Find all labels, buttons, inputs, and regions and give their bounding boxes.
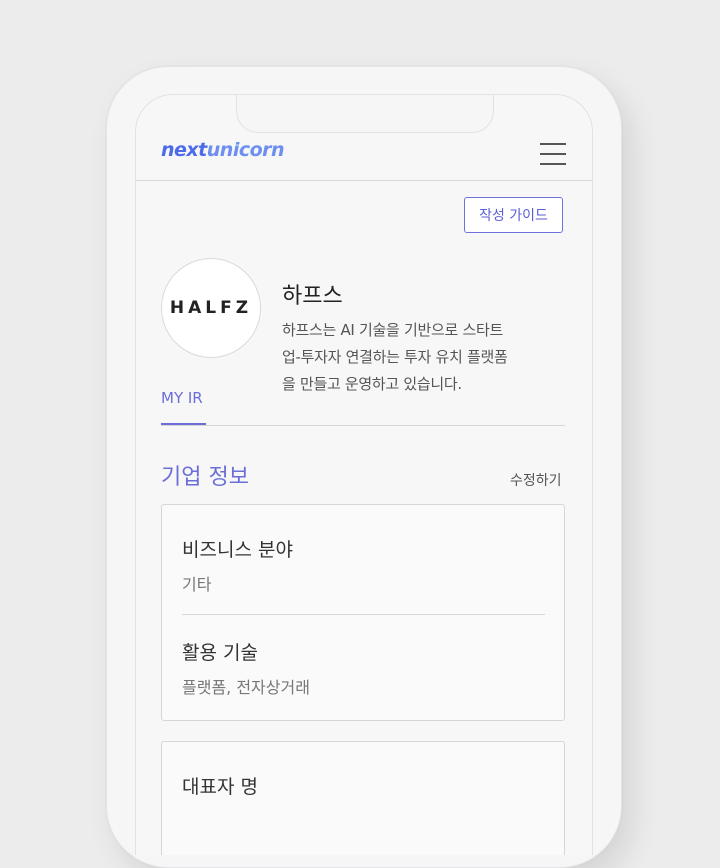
- company-desc-line: 을 만들고 운영하고 있습니다.: [282, 375, 462, 393]
- card-divider: [182, 614, 545, 615]
- logo-part-unicorn: unicorn: [206, 139, 285, 161]
- header-divider: [136, 180, 592, 181]
- writing-guide-button[interactable]: 작성 가이드: [464, 197, 563, 233]
- tab-bar-divider: [161, 425, 565, 426]
- field-label-business-area: 비즈니스 분야: [182, 539, 293, 561]
- edit-link[interactable]: 수정하기: [510, 470, 562, 490]
- field-label-technology: 활용 기술: [182, 642, 258, 664]
- phone-notch: [236, 95, 494, 133]
- hamburger-menu-icon[interactable]: [540, 143, 566, 165]
- phone-screen: nextunicorn 작성 가이드 HALFZ 하프스 하프스는 AI 기술을…: [135, 94, 593, 855]
- field-label-representative: 대표자 명: [182, 776, 258, 798]
- field-value-technology: 플랫폼, 전자상거래: [182, 678, 310, 697]
- nextunicorn-logo[interactable]: nextunicorn: [161, 139, 285, 161]
- field-value-business-area: 기타: [182, 575, 212, 594]
- company-info-card: 비즈니스 분야 기타 활용 기술 플랫폼, 전자상거래: [161, 504, 565, 721]
- company-name: 하프스: [282, 284, 343, 309]
- company-logo-avatar: HALFZ: [161, 258, 261, 358]
- tab-my-ir[interactable]: MY IR: [161, 389, 203, 407]
- logo-part-next: next: [161, 139, 207, 161]
- section-title: 기업 정보: [161, 465, 249, 490]
- company-desc-line: 업-투자자 연결하는 투자 유치 플랫폼: [282, 348, 508, 366]
- representative-card: 대표자 명: [161, 741, 565, 855]
- company-description: 하프스는 AI 기술을 기반으로 스타트 업-투자자 연결하는 투자 유치 플랫…: [282, 317, 572, 398]
- company-desc-line: 하프스는 AI 기술을 기반으로 스타트: [282, 321, 503, 339]
